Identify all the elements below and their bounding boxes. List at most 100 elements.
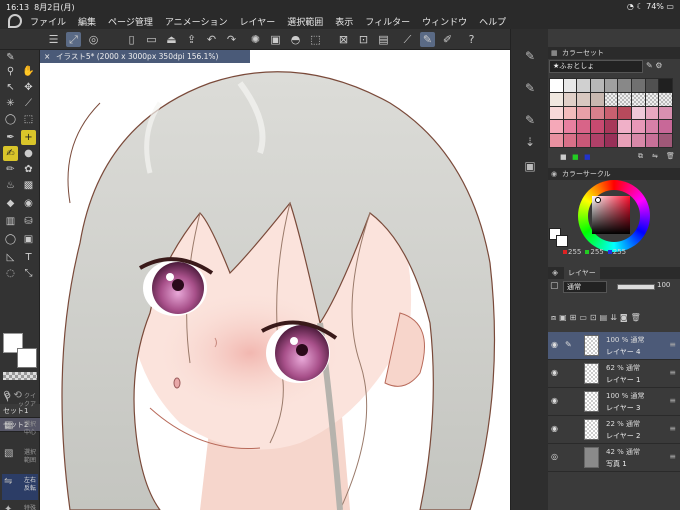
menu-animation[interactable]: アニメーション	[165, 15, 228, 28]
bucket-icon[interactable]: ⛁	[21, 214, 36, 229]
layer-row-3[interactable]: ◉ 100 % 通常 レイヤー 3 ≡	[548, 388, 680, 416]
color-swatch[interactable]	[591, 134, 604, 147]
canvas-view-icon[interactable]: ◎	[86, 32, 101, 47]
color-swatch[interactable]	[604, 92, 618, 106]
lasso-icon[interactable]: ◯	[3, 112, 18, 127]
visibility-eye-icon[interactable]: ◉	[551, 424, 558, 433]
color-swatch[interactable]	[550, 79, 563, 92]
color-swatch[interactable]	[618, 106, 631, 120]
color-swatch[interactable]	[550, 134, 563, 147]
visibility-eye-icon[interactable]: ◉	[551, 340, 558, 349]
color-swatch[interactable]	[645, 134, 659, 147]
layer-menu-icon[interactable]: ≡	[669, 452, 676, 461]
transform-icon[interactable]: ⬚	[308, 32, 323, 47]
color-swatch[interactable]	[618, 92, 631, 106]
color-swatch[interactable]	[563, 79, 577, 92]
color-swatch[interactable]	[618, 79, 631, 92]
color-swatch[interactable]	[659, 106, 672, 120]
save-icon[interactable]: ⏏	[164, 32, 179, 47]
color-swatch[interactable]	[563, 106, 577, 120]
color-swatch[interactable]	[591, 120, 604, 134]
undo-icon[interactable]: ↶	[204, 32, 219, 47]
color-swatch[interactable]	[577, 120, 590, 134]
sub-color-swatch-small[interactable]	[556, 235, 568, 247]
line-correction-icon[interactable]: ⤡	[21, 266, 36, 281]
menu-selection[interactable]: 選択範囲	[287, 15, 323, 28]
canvas-area[interactable]: × イラスト5* (2000 x 3000px 350dpi 156.1%)	[40, 50, 510, 510]
redo-icon[interactable]: ↷	[224, 32, 239, 47]
add-color-icon[interactable]: ■	[560, 153, 567, 161]
color-swatch[interactable]	[645, 120, 659, 134]
transparent-color-swatch[interactable]	[3, 372, 37, 380]
marquee-icon[interactable]: ⬚	[21, 112, 36, 127]
eraser-icon[interactable]: ◆	[3, 196, 18, 211]
app-logo-icon[interactable]	[8, 14, 22, 28]
color-swatch[interactable]	[591, 79, 604, 92]
color-swatch[interactable]	[563, 92, 577, 106]
mask-icon[interactable]: ◙	[620, 313, 628, 327]
menu-layer[interactable]: レイヤー	[240, 15, 276, 28]
color-swatch[interactable]	[550, 106, 563, 120]
invert-selection-icon[interactable]: ⊡	[356, 32, 371, 47]
reference-icon[interactable]: ▣	[559, 313, 567, 327]
color-swatch[interactable]	[577, 134, 590, 147]
new-vector-layer-icon[interactable]: ⊡	[590, 313, 597, 327]
color-set-tools-icon[interactable]: ✎ ⚙	[646, 61, 662, 70]
visibility-eye-icon[interactable]: ◉	[551, 396, 558, 405]
color-swatch[interactable]	[604, 106, 618, 120]
layer-panel-header[interactable]: ◈ レイヤー	[548, 267, 680, 279]
delete-color-icon[interactable]: ■	[584, 153, 591, 161]
quick-access-button[interactable]: ⚲ クイ ックア	[2, 390, 38, 416]
color-swatch[interactable]	[618, 134, 631, 147]
color-set-select[interactable]: ★ふぉとしょ	[549, 60, 643, 73]
color-picker-cursor[interactable]	[595, 197, 601, 203]
auto-select-icon[interactable]: ✳	[3, 96, 18, 111]
clear-icon[interactable]: ✺	[248, 32, 263, 47]
layer-row-4[interactable]: ◉ ✎ 100 % 通常 レイヤー 4 ≡	[548, 332, 680, 360]
layer-trash-icon[interactable]: 🗑	[631, 313, 641, 327]
color-swatch[interactable]	[550, 120, 563, 134]
color-swatch[interactable]	[604, 120, 618, 134]
decoration-icon[interactable]: ✿	[21, 162, 36, 177]
menu-page[interactable]: ページ管理	[108, 15, 153, 28]
move-layer-icon[interactable]: ✥	[21, 80, 36, 95]
layer-row-1[interactable]: ◉ 62 % 通常 レイヤー 1 ≡	[548, 360, 680, 388]
frame-icon[interactable]: ▣	[21, 232, 36, 247]
blend-icon[interactable]: ♨	[3, 178, 18, 193]
fill-bucket-icon[interactable]: ◉	[21, 196, 36, 211]
color-swatch[interactable]	[604, 134, 618, 147]
ruler-icon[interactable]: ◺	[3, 250, 18, 265]
layer-menu-icon[interactable]: ≡	[669, 368, 676, 377]
special-ruler-snap-icon[interactable]: ✎	[420, 32, 435, 47]
layer-property-icon[interactable]: ▣	[521, 157, 539, 175]
select-center-button[interactable]: ▦ 選択 中心	[2, 418, 38, 444]
figure-icon[interactable]: ◯	[3, 232, 18, 247]
quick-access-icon[interactable]: ⤢	[66, 32, 81, 47]
color-swatch[interactable]	[659, 120, 672, 134]
pencil-icon[interactable]: ✏	[3, 162, 18, 177]
menu-view[interactable]: 表示	[335, 15, 353, 28]
color-swatch[interactable]	[632, 134, 645, 147]
color-swatch[interactable]	[604, 79, 618, 92]
eyedropper-icon[interactable]: ⟋	[21, 96, 36, 111]
color-swatch[interactable]	[577, 106, 590, 120]
color-swatch[interactable]	[632, 79, 645, 92]
special-button[interactable]: ✦ 特殊	[2, 502, 38, 510]
menu-edit[interactable]: 編集	[78, 15, 96, 28]
flip-horizontal-button[interactable]: ⇋ 左右 反転	[2, 474, 38, 500]
airbrush-icon[interactable]: ●	[21, 146, 36, 161]
close-icon[interactable]: ×	[44, 50, 50, 63]
color-circle-header[interactable]: ◉ カラーサークル	[548, 168, 680, 180]
color-swatch[interactable]	[659, 92, 672, 106]
merge-down-icon[interactable]: ⇊	[610, 313, 617, 327]
opacity-value[interactable]: 100	[657, 281, 670, 289]
open-file-icon[interactable]: ▭	[144, 32, 159, 47]
menu-help[interactable]: ヘルプ	[479, 15, 506, 28]
color-swatch[interactable]	[577, 79, 590, 92]
color-swatch[interactable]	[632, 106, 645, 120]
new-file-icon[interactable]: ▯	[124, 32, 139, 47]
hamburger-icon[interactable]: ☰	[46, 32, 61, 47]
color-swatch[interactable]	[577, 92, 590, 106]
select-range-button[interactable]: ▧ 選択 範囲	[2, 446, 38, 472]
fill-icon[interactable]: ◓	[288, 32, 303, 47]
